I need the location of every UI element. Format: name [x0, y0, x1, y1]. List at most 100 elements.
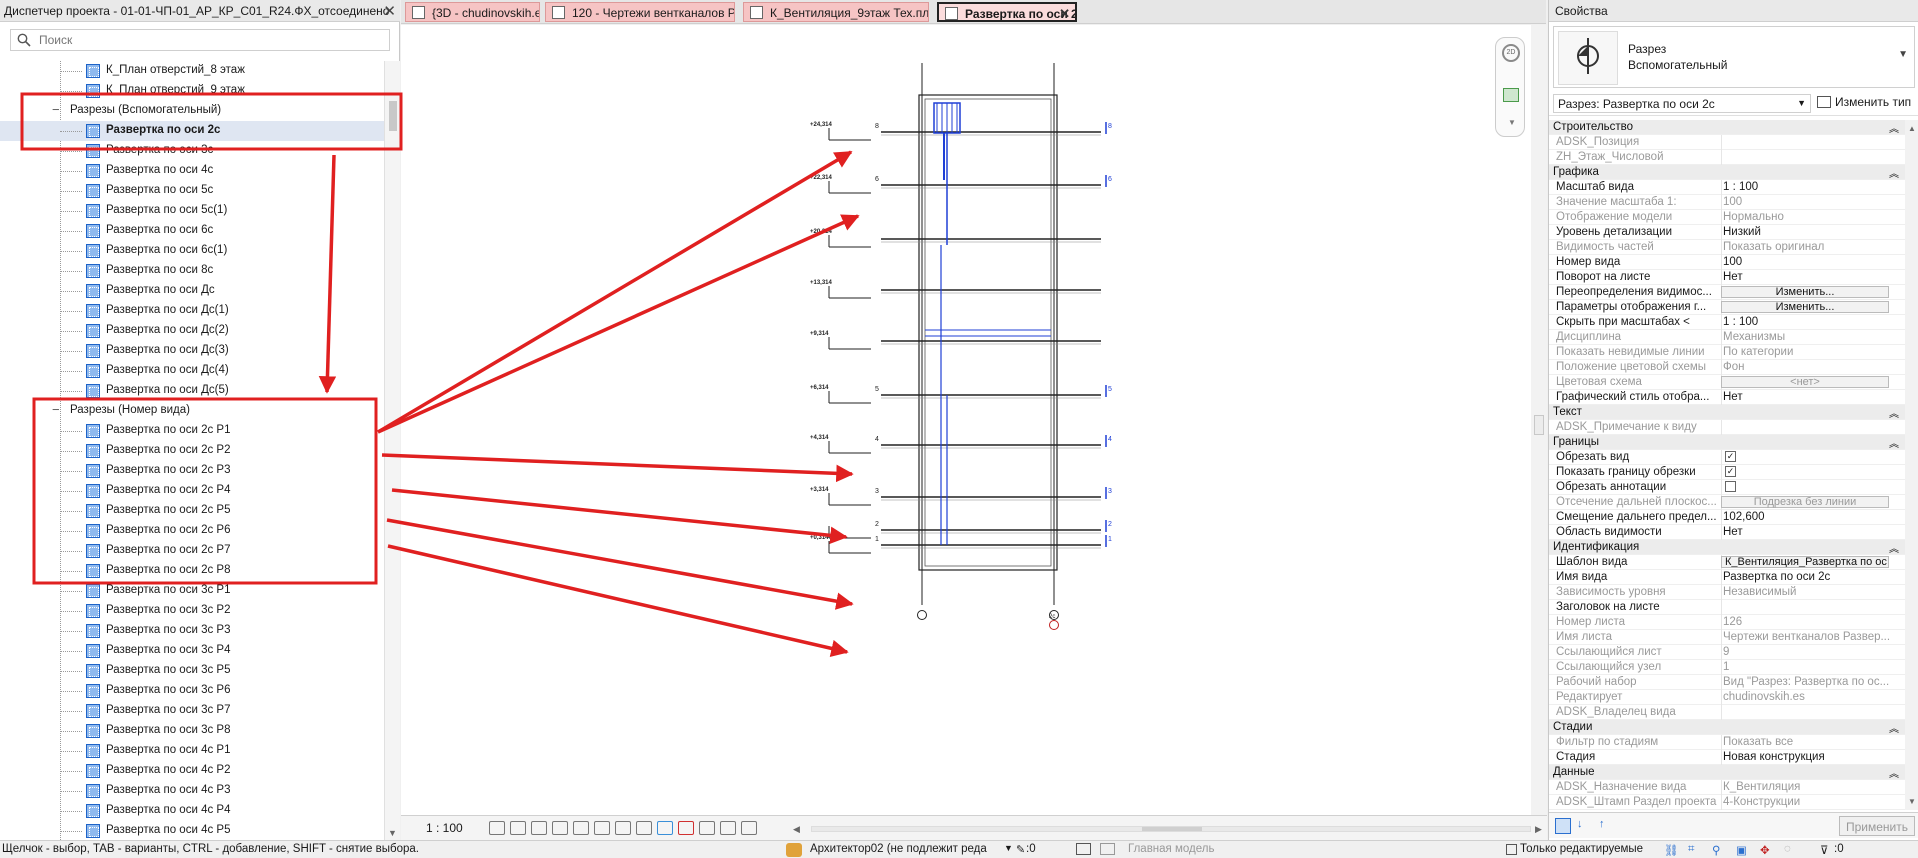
tree-item[interactable]: Развертка по оси 4с Р3 — [0, 781, 384, 801]
properties-scrollbar[interactable]: ▲ ▼ — [1905, 120, 1918, 810]
collapse-icon[interactable]: − — [52, 402, 60, 417]
visual-style-icon[interactable] — [510, 821, 526, 835]
apply-button[interactable]: Применить — [1839, 816, 1915, 836]
scroll-down-icon[interactable]: ▼ — [1908, 797, 1916, 806]
property-value[interactable]: 102,600 — [1723, 511, 1903, 523]
property-section[interactable]: Данные ︽ — [1549, 765, 1905, 780]
tree-item[interactable]: Развертка по оси 6с(1) — [0, 241, 384, 261]
worksharing-icon[interactable] — [741, 821, 757, 835]
drag-elements-icon[interactable]: ✥ — [1760, 843, 1770, 857]
h-scroll-thumb[interactable] — [1142, 827, 1202, 831]
view-tab[interactable]: {3D - chudinovskih.es} — [405, 2, 540, 22]
detail-level-icon[interactable] — [489, 821, 505, 835]
scale-selector[interactable]: 1 : 100 — [426, 821, 463, 835]
scroll-up-icon[interactable]: ▲ — [1908, 124, 1916, 133]
tree-item[interactable]: К_План отверстий_9 этаж — [0, 81, 384, 101]
type-selector[interactable]: Разрез Вспомогательный ▼ — [1553, 26, 1915, 88]
tree-item[interactable]: Развертка по оси 2с Р5 — [0, 501, 384, 521]
tree-item[interactable]: Развертка по оси 2с Р2 — [0, 441, 384, 461]
collapse-section-icon[interactable]: ︽ — [1889, 540, 1899, 555]
view-tab[interactable]: 120 - Чертежи вентканалов Разве... — [545, 2, 735, 22]
chevron-down-icon[interactable]: ▼ — [1797, 98, 1806, 108]
tree-item[interactable]: Развертка по оси 4с Р1 — [0, 741, 384, 761]
edit-button[interactable]: Изменить... — [1721, 286, 1889, 298]
sun-path-icon[interactable] — [531, 821, 547, 835]
tree-item[interactable]: Развертка по оси 2с Р7 — [0, 541, 384, 561]
tree-item[interactable]: Развертка по оси 2с Р6 — [0, 521, 384, 541]
tree-item[interactable]: Развертка по оси 3с Р2 — [0, 601, 384, 621]
tree-item[interactable]: Развертка по оси 2с — [0, 121, 384, 141]
property-section[interactable]: Строительство ︽ — [1549, 120, 1905, 135]
property-value[interactable]: Новая конструкция — [1723, 751, 1903, 763]
tree-item[interactable]: Развертка по оси Дс(3) — [0, 341, 384, 361]
tree-item[interactable]: Развертка по оси 2с Р3 — [0, 461, 384, 481]
close-tab-icon[interactable]: ✕ — [1059, 6, 1070, 20]
show-crop-icon[interactable] — [594, 821, 610, 835]
tree-item[interactable]: Развертка по оси 3с — [0, 141, 384, 161]
close-icon[interactable]: ✕ — [383, 2, 396, 20]
filter-icon[interactable]: ⊽ — [1820, 843, 1828, 857]
view-tab[interactable]: К_Вентиляция_9этаж Тех.план — [743, 2, 929, 22]
temporary-hide-icon[interactable] — [615, 821, 631, 835]
tree-item[interactable]: Развертка по оси 4с Р2 — [0, 761, 384, 781]
property-value[interactable]: Нет — [1723, 526, 1903, 538]
canvas-vertical-scrollbar[interactable] — [1531, 25, 1547, 815]
tree-item[interactable]: Развертка по оси 2с Р1 — [0, 421, 384, 441]
search-input[interactable] — [39, 32, 379, 48]
property-checkbox[interactable]: ✓ — [1725, 466, 1736, 477]
tree-item[interactable]: Развертка по оси 2с Р8 — [0, 561, 384, 581]
shadows-icon[interactable] — [552, 821, 568, 835]
chevron-down-icon[interactable]: ▼ — [1898, 49, 1908, 60]
search-input-container[interactable] — [10, 29, 390, 51]
property-value[interactable]: Низкий — [1723, 226, 1903, 238]
select-pinned-icon[interactable]: ⚲ — [1712, 843, 1720, 857]
property-value[interactable]: Нет — [1723, 271, 1903, 283]
view-wheel-icon[interactable]: 2D — [1502, 44, 1520, 62]
tree-item[interactable]: Развертка по оси Дс(4) — [0, 361, 384, 381]
shaft-outline[interactable] — [918, 94, 1058, 571]
select-by-face-icon[interactable]: ▣ — [1736, 843, 1747, 857]
collapse-section-icon[interactable]: ︽ — [1889, 720, 1899, 735]
drawing-canvas[interactable]: 2с +24,314 8 8 +22,314 6 6 +20,314 +13,314 +9,314… — [401, 25, 1531, 815]
property-value[interactable]: 1 : 100 — [1723, 181, 1903, 193]
nav-chevron-down-icon[interactable]: ▼ — [1508, 118, 1516, 127]
instance-selector[interactable]: Разрез: Развертка по оси 2с ▼ — [1553, 94, 1811, 113]
property-checkbox[interactable]: ✓ — [1725, 451, 1736, 462]
collapse-section-icon[interactable]: ︽ — [1889, 165, 1899, 180]
collapse-section-icon[interactable]: ︽ — [1889, 120, 1899, 135]
tree-group[interactable]: − Разрезы (Номер вида) — [0, 401, 384, 421]
tree-item[interactable]: Развертка по оси 8с — [0, 261, 384, 281]
tree-item[interactable]: Развертка по оси 4с — [0, 161, 384, 181]
property-section[interactable]: Границы ︽ — [1549, 435, 1905, 450]
lightbulb-icon[interactable] — [657, 821, 673, 835]
tree-item[interactable]: Развертка по оси 3с Р5 — [0, 661, 384, 681]
collapse-icon[interactable]: − — [52, 102, 60, 117]
canvas-scroll-thumb[interactable] — [1534, 415, 1544, 435]
active-workset[interactable]: Архитектор02 (не подлежит реда — [810, 843, 987, 855]
background-process-icon[interactable]: ◌ — [1784, 843, 1791, 855]
tree-item[interactable]: Развертка по оси Дс(2) — [0, 321, 384, 341]
tree-item[interactable]: К_План отверстий_8 этаж — [0, 61, 384, 81]
tree-group[interactable]: − Разрезы (Вспомогательный) — [0, 101, 384, 121]
tree-item[interactable]: Развертка по оси 4с Р4 — [0, 801, 384, 821]
tree-item[interactable]: Развертка по оси 5с(1) — [0, 201, 384, 221]
edit-button[interactable]: Изменить... — [1721, 301, 1889, 313]
canvas-horizontal-scrollbar[interactable] — [811, 826, 1531, 832]
reveal-hidden-icon[interactable] — [636, 821, 652, 835]
property-value[interactable]: 100 — [1723, 256, 1903, 268]
collapse-section-icon[interactable]: ︽ — [1889, 765, 1899, 780]
highlight-icon[interactable] — [678, 821, 694, 835]
collapse-section-icon[interactable]: ︽ — [1889, 405, 1899, 420]
tree-item[interactable]: Развертка по оси Дс(5) — [0, 381, 384, 401]
select-underlay-icon[interactable]: ⌗ — [1688, 843, 1694, 856]
property-section[interactable]: Текст ︽ — [1549, 405, 1905, 420]
property-section[interactable]: Идентификация ︽ — [1549, 540, 1905, 555]
scroll-down-icon[interactable]: ▼ — [388, 828, 397, 838]
browser-scroll-thumb[interactable] — [389, 101, 397, 131]
analytical-icon[interactable] — [699, 821, 715, 835]
select-links-icon[interactable]: ⛓ — [1664, 843, 1679, 857]
tree-item[interactable]: Развертка по оси 3с Р6 — [0, 681, 384, 701]
browser-scrollbar[interactable]: ▼ — [384, 61, 400, 840]
scroll-left-icon[interactable]: ◀ — [793, 824, 800, 835]
tree-item[interactable]: Развертка по оси 6с — [0, 221, 384, 241]
